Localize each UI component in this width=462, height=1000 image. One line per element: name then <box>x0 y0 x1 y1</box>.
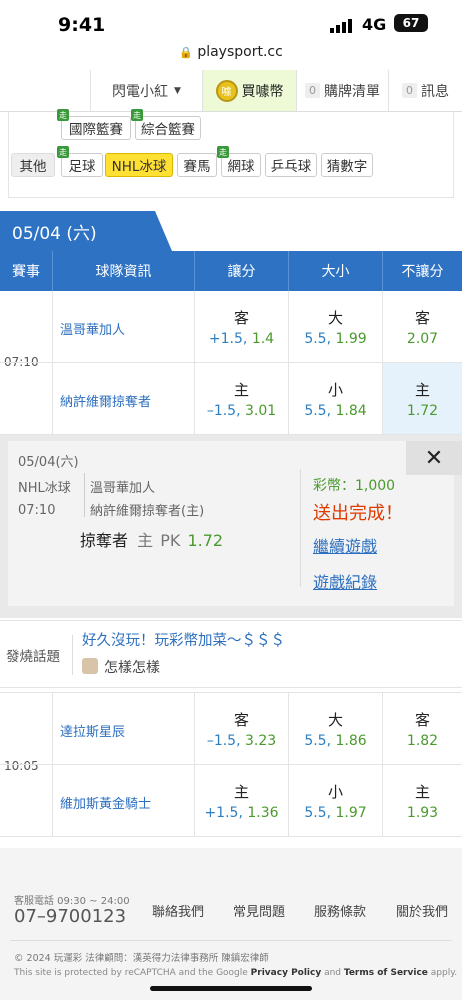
battery-level: 67 <box>402 16 420 30</box>
col-team: 球隊資訊 <box>52 251 194 291</box>
close-icon: ✕ <box>424 445 444 471</box>
footer-link-faq[interactable]: 常見問題 <box>233 901 285 920</box>
category-tennis[interactable]: 走 網球 <box>217 146 261 177</box>
footer: 客服電話 09:30 ~ 24:00 07–9700123 聯絡我們 常見問題 … <box>0 848 462 1000</box>
popup-date: 05/04(六) <box>18 455 79 470</box>
cart-label: 購牌清單 <box>324 83 380 100</box>
category-panel: 走 國際籃賽 走 綜合籃賽 其他 走 足球 NHL冰球 賽馬 走 網球 乒乓球 … <box>8 109 454 198</box>
footer-link-terms[interactable]: 服務條款 <box>314 901 366 920</box>
spread-cell[interactable]: 主 +1.5, 1.36 <box>194 765 288 836</box>
pick-team: 掠奪者 <box>80 531 129 550</box>
messages-button[interactable]: 0 訊息 <box>388 70 462 111</box>
popup-league: NHL冰球 <box>18 481 71 496</box>
clock: 9:41 <box>58 14 106 36</box>
col-over-under: 大小 <box>288 251 382 291</box>
table-row: 達拉斯星辰 客 –1.5, 3.23 大 5.5, 1.86 客 1.82 <box>0 693 462 765</box>
col-spread: 讓分 <box>194 251 288 291</box>
category-general-basketball[interactable]: 走 綜合籃賽 <box>131 109 201 140</box>
team-name[interactable]: 達拉斯星辰 <box>60 721 125 740</box>
footer-link-contact[interactable]: 聯絡我們 <box>152 901 204 920</box>
pick-type: PK <box>160 531 181 550</box>
top-nav: 閃電小紅 ▼ 噱 買噱幣 0 購牌清單 0 訊息 <box>0 70 462 112</box>
coin-icon: 噱 <box>215 79 238 102</box>
date-tab[interactable]: 05/04 (六) <box>0 211 172 251</box>
popup-time: 07:10 <box>18 503 56 518</box>
buy-coins-label: 買噱幣 <box>241 83 284 100</box>
url-bar[interactable]: 🔒 playsport.cc <box>0 44 462 60</box>
table-header: 賽事 球隊資訊 讓分 大小 不讓分 <box>0 251 462 291</box>
battery-icon: 67 <box>394 14 428 32</box>
close-button[interactable]: ✕ <box>406 441 462 475</box>
continue-game-link[interactable]: 繼續遊戲 <box>313 533 377 557</box>
caret-down-icon: ▼ <box>174 85 181 96</box>
tag-icon: 走 <box>57 146 69 158</box>
network-label: 4G <box>362 15 387 34</box>
team-name[interactable]: 納許維爾掠奪者 <box>60 391 151 410</box>
category-horse-racing[interactable]: 賽馬 <box>177 153 217 177</box>
messages-label: 訊息 <box>421 83 449 100</box>
popup-away-team: 溫哥華加人 <box>90 481 156 496</box>
moneyline-cell[interactable]: 客 1.82 <box>382 693 462 764</box>
phone-label: 客服電話 09:30 ~ 24:00 <box>14 896 130 907</box>
game-record-link[interactable]: 遊戲紀錄 <box>313 569 377 593</box>
pick-odds: 1.72 <box>187 531 224 550</box>
moneyline-cell-selected[interactable]: 主 1.72 <box>382 363 462 434</box>
bet-confirm-popup: 05/04(六) NHL冰球 07:10 溫哥華加人 納許維爾掠奪者(主) 掠奪… <box>8 441 454 606</box>
recaptcha-notice: This site is protected by reCAPTCHA and … <box>14 968 458 978</box>
submit-done: 送出完成！ <box>313 503 403 524</box>
popup-pick: 掠奪者 主 PK 1.72 <box>80 527 223 551</box>
footer-link-about[interactable]: 關於我們 <box>396 901 448 920</box>
team-name[interactable]: 溫哥華加人 <box>60 319 125 338</box>
pick-side: 主 <box>137 531 154 550</box>
copyright: © 2024 玩運彩 法律顧問：漢英得力法律事務所 陳鎮宏律師 <box>14 953 269 964</box>
moneyline-cell[interactable]: 主 1.93 <box>382 765 462 836</box>
game-block: 07:10 溫哥華加人 客 +1.5, 1.4 大 5.5, 1.99 客 2.… <box>0 291 462 435</box>
signal-icon <box>330 18 354 37</box>
table-row: 維加斯黃金騎士 主 +1.5, 1.36 小 5.5, 1.97 主 1.93 <box>0 765 462 837</box>
tag-icon: 走 <box>57 109 69 121</box>
tag-icon: 走 <box>131 109 143 121</box>
game-block: 10:05 達拉斯星辰 客 –1.5, 3.23 大 5.5, 1.86 客 1… <box>0 692 462 837</box>
hot-topic-bar: 發燒話題 好久沒玩！玩彩幣加菜～＄＄＄ 怎樣怎樣 <box>0 620 462 688</box>
privacy-policy-link[interactable]: Privacy Policy <box>251 968 322 978</box>
user-name: 閃電小紅 <box>112 83 169 100</box>
category-table-tennis[interactable]: 乒乓球 <box>265 153 317 177</box>
user-menu[interactable]: 閃電小紅 ▼ <box>90 70 202 111</box>
hot-topic-label: 發燒話題 <box>6 649 60 665</box>
over-under-cell[interactable]: 小 5.5, 1.97 <box>288 765 382 836</box>
table-row: 溫哥華加人 客 +1.5, 1.4 大 5.5, 1.99 客 2.07 <box>0 291 462 363</box>
url-text: playsport.cc <box>197 44 283 60</box>
buy-coins-button[interactable]: 噱 買噱幣 <box>202 70 296 111</box>
category-intl-basketball[interactable]: 走 國際籃賽 <box>57 109 131 140</box>
team-name[interactable]: 維加斯黃金騎士 <box>60 793 151 812</box>
category-other-label[interactable]: 其他 <box>11 153 55 177</box>
phone-number[interactable]: 07–9700123 <box>14 906 126 927</box>
coin-balance: 彩幣：1,000 <box>313 478 396 494</box>
avatar <box>82 658 98 674</box>
spread-cell[interactable]: 主 –1.5, 3.01 <box>194 363 288 434</box>
hot-topic-title[interactable]: 好久沒玩！玩彩幣加菜～＄＄＄ <box>82 629 285 650</box>
hot-topic-reply[interactable]: 怎樣怎樣 <box>104 657 160 677</box>
category-nhl[interactable]: NHL冰球 <box>105 153 173 177</box>
lock-icon: 🔒 <box>179 46 193 59</box>
category-number-guess[interactable]: 猜數字 <box>321 153 373 177</box>
terms-link[interactable]: Terms of Service <box>344 968 428 978</box>
message-count: 0 <box>402 83 417 98</box>
home-indicator <box>150 986 312 991</box>
over-under-cell[interactable]: 大 5.5, 1.99 <box>288 291 382 362</box>
col-moneyline: 不讓分 <box>382 251 462 291</box>
category-soccer[interactable]: 走 足球 <box>57 146 103 177</box>
cart-button[interactable]: 0 購牌清單 <box>296 70 388 111</box>
table-row: 納許維爾掠奪者 主 –1.5, 3.01 小 5.5, 1.84 主 1.72 <box>0 363 462 435</box>
status-bar: 9:41 4G 67 <box>0 0 462 44</box>
col-event: 賽事 <box>12 264 40 280</box>
spread-cell[interactable]: 客 –1.5, 3.23 <box>194 693 288 764</box>
popup-home-team: 納許維爾掠奪者(主) <box>90 504 205 519</box>
over-under-cell[interactable]: 小 5.5, 1.84 <box>288 363 382 434</box>
tag-icon: 走 <box>217 146 229 158</box>
spread-cell[interactable]: 客 +1.5, 1.4 <box>194 291 288 362</box>
cart-count: 0 <box>305 83 320 98</box>
moneyline-cell[interactable]: 客 2.07 <box>382 291 462 362</box>
over-under-cell[interactable]: 大 5.5, 1.86 <box>288 693 382 764</box>
